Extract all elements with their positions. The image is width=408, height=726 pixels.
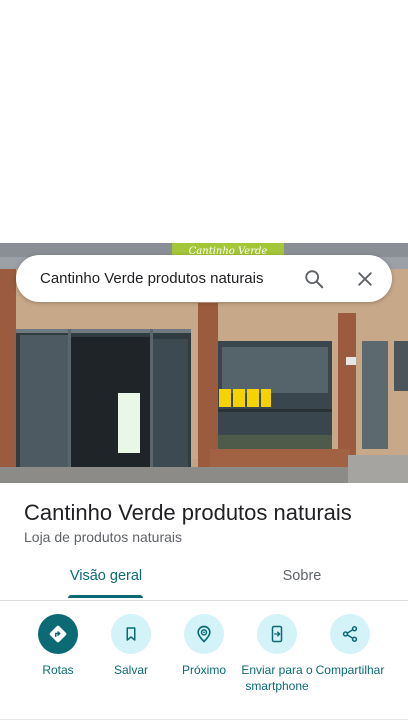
save-label: Salvar xyxy=(113,663,148,677)
bottom-divider xyxy=(0,719,408,720)
bookmark-icon xyxy=(111,614,151,654)
nearby-label: Próximo xyxy=(181,663,226,677)
directions-button[interactable]: Rotas xyxy=(20,614,96,678)
place-category[interactable]: Loja de produtos naturais xyxy=(24,529,182,545)
action-buttons-row: Rotas Salvar Próximo Enviar para o smart… xyxy=(0,614,408,714)
nearby-button[interactable]: Próximo xyxy=(166,614,242,678)
tab-selected-indicator xyxy=(68,595,143,598)
send-to-phone-icon xyxy=(257,614,297,654)
place-title: Cantinho Verde produtos naturais xyxy=(24,500,352,525)
search-bar[interactable]: Cantinho Verde produtos naturais xyxy=(16,255,392,302)
directions-label: Rotas xyxy=(42,663,74,677)
tab-overview[interactable]: Visão geral xyxy=(34,556,178,598)
directions-icon xyxy=(38,614,78,654)
search-icon[interactable] xyxy=(296,261,332,297)
send-to-phone-button[interactable]: Enviar para o smartphone xyxy=(239,614,315,694)
tab-about[interactable]: Sobre xyxy=(230,556,374,598)
share-button[interactable]: Compartilhar xyxy=(312,614,388,678)
share-icon xyxy=(330,614,370,654)
tab-bar: Visão geral Sobre xyxy=(0,556,408,601)
save-button[interactable]: Salvar xyxy=(93,614,169,678)
nearby-icon xyxy=(184,614,224,654)
close-icon[interactable] xyxy=(347,261,383,297)
search-input[interactable]: Cantinho Verde produtos naturais xyxy=(40,255,263,302)
share-label: Compartilhar xyxy=(315,663,385,677)
send-to-phone-label: Enviar para o smartphone xyxy=(241,663,313,693)
